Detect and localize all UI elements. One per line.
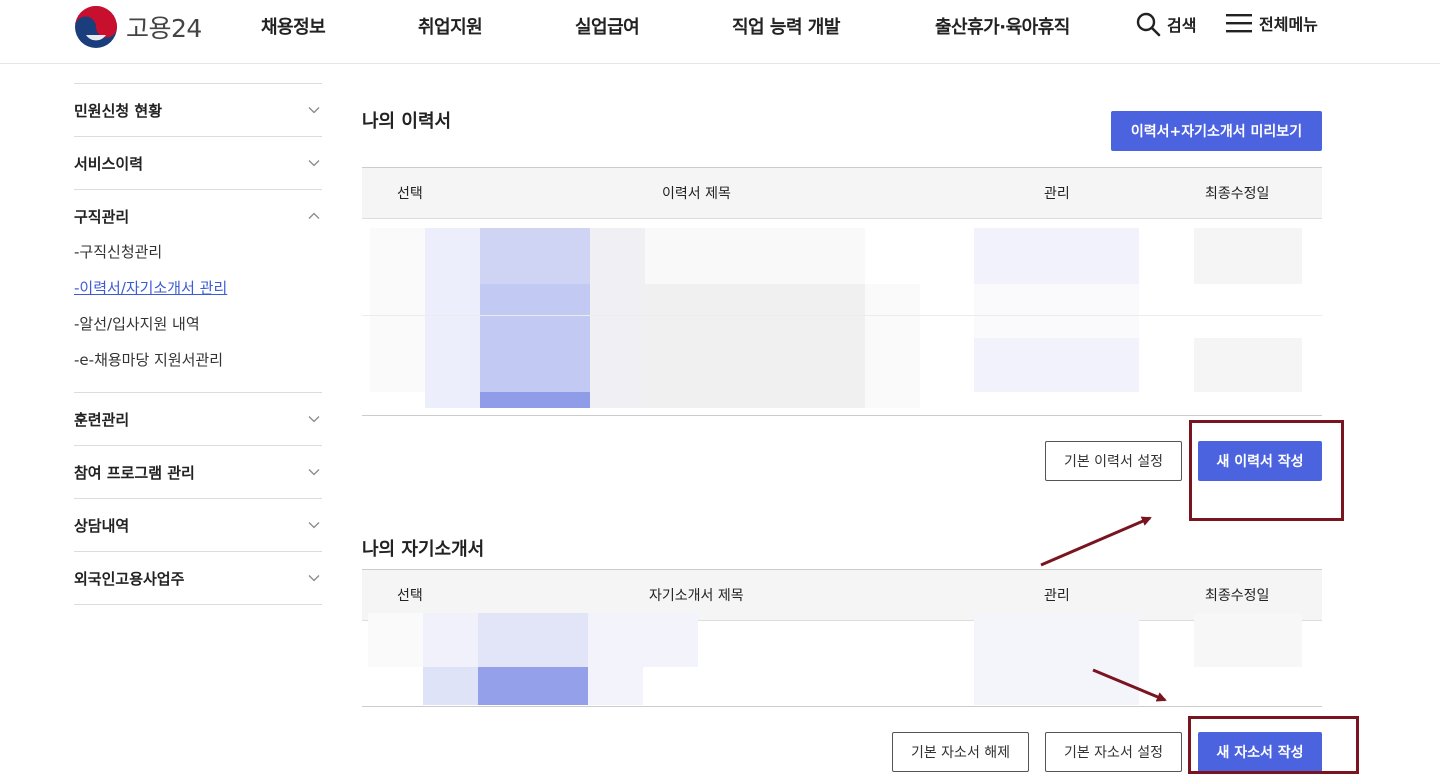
sidebar-group-training: 훈련관리 [74, 393, 322, 446]
sidebar-item-label: 외국인고용사업주 [74, 569, 185, 588]
col-manage: 관리 [1044, 186, 1070, 202]
resume-table-header: 선택 이력서 제목 관리 최종수정일 [362, 167, 1322, 219]
resume-table-body [362, 219, 1322, 416]
sidebar-item-training[interactable]: 훈련관리 [74, 393, 322, 445]
sidebar-subitem-resume-management[interactable]: -이력서/자기소개서 관리 [74, 270, 322, 306]
search-icon [1136, 12, 1161, 37]
sidebar-item-counseling[interactable]: 상담내역 [74, 499, 322, 551]
resume-table: 선택 이력서 제목 관리 최종수정일 [362, 167, 1322, 416]
sidebar-item-civil-status[interactable]: 민원신청 현황 [74, 84, 322, 136]
sidebar-item-label: 구직관리 [74, 207, 130, 226]
chevron-down-icon [308, 416, 320, 423]
col-select: 선택 [397, 186, 423, 202]
sidebar-item-label: 민원신청 현황 [74, 101, 163, 120]
sidebar-item-label: 참여 프로그램 관리 [74, 463, 195, 482]
chevron-down-icon [308, 522, 320, 529]
sidebar-item-label: 훈련관리 [74, 410, 130, 429]
annotation-box-resume [1189, 420, 1344, 521]
top-header: 고용24 채용정보 취업지원 실업급여 직업 능력 개발 출산휴가·육아휴직 검… [0, 0, 1440, 64]
sidebar-item-programs[interactable]: 참여 프로그램 관리 [74, 446, 322, 498]
sidebar-group-counseling: 상담내역 [74, 499, 322, 552]
sidebar-group-service-history: 서비스이력 [74, 137, 322, 190]
chevron-down-icon [308, 160, 320, 167]
cover-letter-table-body [362, 613, 1322, 707]
chevron-down-icon [308, 469, 320, 476]
table-row [370, 228, 425, 392]
sidebar-item-service-history[interactable]: 서비스이력 [74, 137, 322, 189]
cover-letter-section-title: 나의 자기소개서 [362, 539, 485, 560]
all-menu-button[interactable]: 전체메뉴 [1225, 11, 1318, 35]
sidebar-subitem-referral-history[interactable]: -알선/입사지원 내역 [74, 306, 322, 342]
table-row [368, 613, 423, 667]
logo-text: 고용24 [126, 14, 202, 43]
all-menu-label: 전체메뉴 [1259, 15, 1318, 34]
sidebar-subitem-job-application[interactable]: -구직신청관리 [74, 234, 322, 270]
sidebar-submenu: -구직신청관리 -이력서/자기소개서 관리 -알선/입사지원 내역 -e-채용마… [74, 234, 322, 392]
annotation-box-cover [1188, 716, 1359, 774]
col-modified-date: 최종수정일 [1205, 186, 1270, 202]
chevron-down-icon [308, 575, 320, 582]
search-button[interactable]: 검색 [1135, 11, 1196, 37]
sidebar-item-label: 상담내역 [74, 516, 130, 535]
nav-job-info[interactable]: 채용정보 [261, 13, 326, 39]
preview-button[interactable]: 이력서+자기소개서 미리보기 [1111, 111, 1322, 151]
sidebar: — 민원신청 현황 서비스이력 구직관리 -구직신청관리 -이력서/자기소개서 … [74, 64, 322, 605]
sidebar-group-foreign-employer: 외국인고용사업주 [74, 552, 322, 605]
set-default-resume-button[interactable]: 기본 이력서 설정 [1045, 441, 1182, 481]
set-default-cover-button[interactable]: 기본 자소서 설정 [1045, 732, 1182, 772]
chevron-down-icon [308, 107, 320, 114]
sidebar-item-foreign-employer[interactable]: 외국인고용사업주 [74, 552, 322, 604]
sidebar-item-label: 서비스이력 [74, 154, 144, 173]
chevron-up-icon [308, 212, 320, 219]
nav-unemployment-benefit[interactable]: 실업급여 [575, 13, 640, 39]
nav-parental-leave[interactable]: 출산휴가·육아휴직 [935, 13, 1070, 39]
annotation-arrow-resume [1040, 516, 1152, 567]
taegeuk-logo-icon [75, 6, 117, 48]
sidebar-group-programs: 참여 프로그램 관리 [74, 446, 322, 499]
hamburger-menu-icon [1226, 14, 1252, 33]
nav-skill-development[interactable]: 직업 능력 개발 [732, 13, 840, 39]
sidebar-subitem-e-recruit-application[interactable]: -e-채용마당 지원서관리 [74, 342, 322, 378]
col-title: 이력서 제목 [662, 186, 731, 202]
site-logo[interactable]: 고용24 [74, 5, 202, 49]
search-label: 검색 [1167, 16, 1197, 35]
sidebar-group-job-seeking: 구직관리 -구직신청관리 -이력서/자기소개서 관리 -알선/입사지원 내역 -… [74, 190, 322, 393]
sidebar-group-civil-status: 민원신청 현황 [74, 84, 322, 137]
nav-employment-support[interactable]: 취업지원 [418, 13, 483, 39]
unset-default-cover-button[interactable]: 기본 자소서 해제 [892, 732, 1029, 772]
cover-letter-table: 선택 자기소개서 제목 관리 최종수정일 [362, 569, 1322, 707]
resume-section-title: 나의 이력서 [362, 111, 452, 132]
sidebar-cut-item: — [74, 64, 322, 84]
